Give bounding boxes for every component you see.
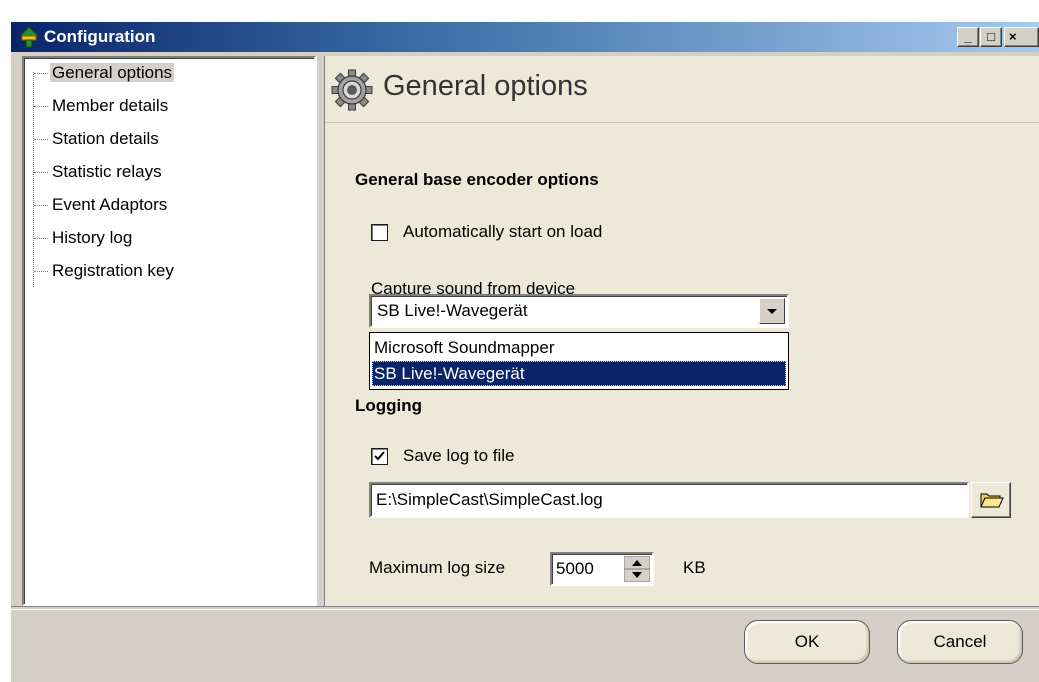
tree-item-statistic-relays[interactable]: Statistic relays [34,161,164,183]
gear-icon [331,69,373,111]
maximize-icon: □ [987,29,995,44]
dropdown-button[interactable] [759,298,785,324]
splitter-handle[interactable] [316,56,325,606]
minimize-icon: _ [964,29,972,44]
checkmark-icon [374,451,385,461]
spin-down-icon[interactable] [624,569,650,582]
chevron-down-icon [767,309,777,314]
app-icon [18,26,40,48]
tree-item-station-details[interactable]: Station details [34,128,161,150]
tree-item-general-options[interactable]: General options [34,62,175,84]
browse-folder-button[interactable] [971,482,1011,518]
tree-item-history-log[interactable]: History log [34,227,134,249]
spin-buttons[interactable] [624,556,650,582]
tree-item-event-adaptors[interactable]: Event Adaptors [34,194,169,216]
folder-icon [980,493,1004,508]
divider [11,606,1039,610]
maximize-button[interactable]: □ [980,27,1002,47]
logging-section-title: Logging [355,396,423,415]
settings-panel: General options General base encoder opt… [325,56,1039,606]
dropdown-option-microsoft-soundmapper[interactable]: Microsoft Soundmapper [372,335,786,360]
dropdown-option-sb-live[interactable]: SB Live!-Wavegerät [372,361,786,386]
close-button[interactable]: × [1004,27,1039,47]
page-title: General options [383,70,588,102]
capture-device-dropdown-list[interactable]: Microsoft Soundmapper SB Live!-Wavegerät [369,332,789,390]
max-log-size-unit: KB [683,558,706,577]
max-log-size-label: Maximum log size [369,558,506,577]
save-log-label: Save log to file [403,446,515,465]
capture-device-value: SB Live!-Wavegerät [377,301,528,320]
window-title: Configuration [44,27,156,46]
max-log-size-input[interactable]: 5000 [550,552,654,586]
close-icon: × [1009,29,1017,44]
tree-item-member-details[interactable]: Member details [34,95,170,117]
capture-device-select[interactable]: SB Live!-Wavegerät [369,294,789,328]
autostart-checkbox[interactable] [371,224,388,241]
ok-button[interactable]: OK [744,620,870,664]
minimize-button[interactable]: _ [957,27,979,47]
max-log-size-value: 5000 [556,559,594,578]
autostart-label: Automatically start on load [403,222,603,241]
save-log-checkbox[interactable] [371,448,388,465]
spin-up-icon[interactable] [624,556,650,569]
configuration-window: Configuration _ □ × General options Memb… [11,22,1039,682]
title-bar[interactable]: Configuration _ □ × [11,22,1039,52]
panel-header: General options [325,56,1039,123]
cancel-button[interactable]: Cancel [897,620,1023,664]
log-path-input[interactable]: E:\SimpleCast\SimpleCast.log [369,482,969,518]
tree-item-registration-key[interactable]: Registration key [34,260,176,282]
options-tree[interactable]: General options Member details Station d… [22,56,316,606]
encoder-section-title: General base encoder options [355,170,599,189]
log-path-value: E:\SimpleCast\SimpleCast.log [376,490,603,509]
